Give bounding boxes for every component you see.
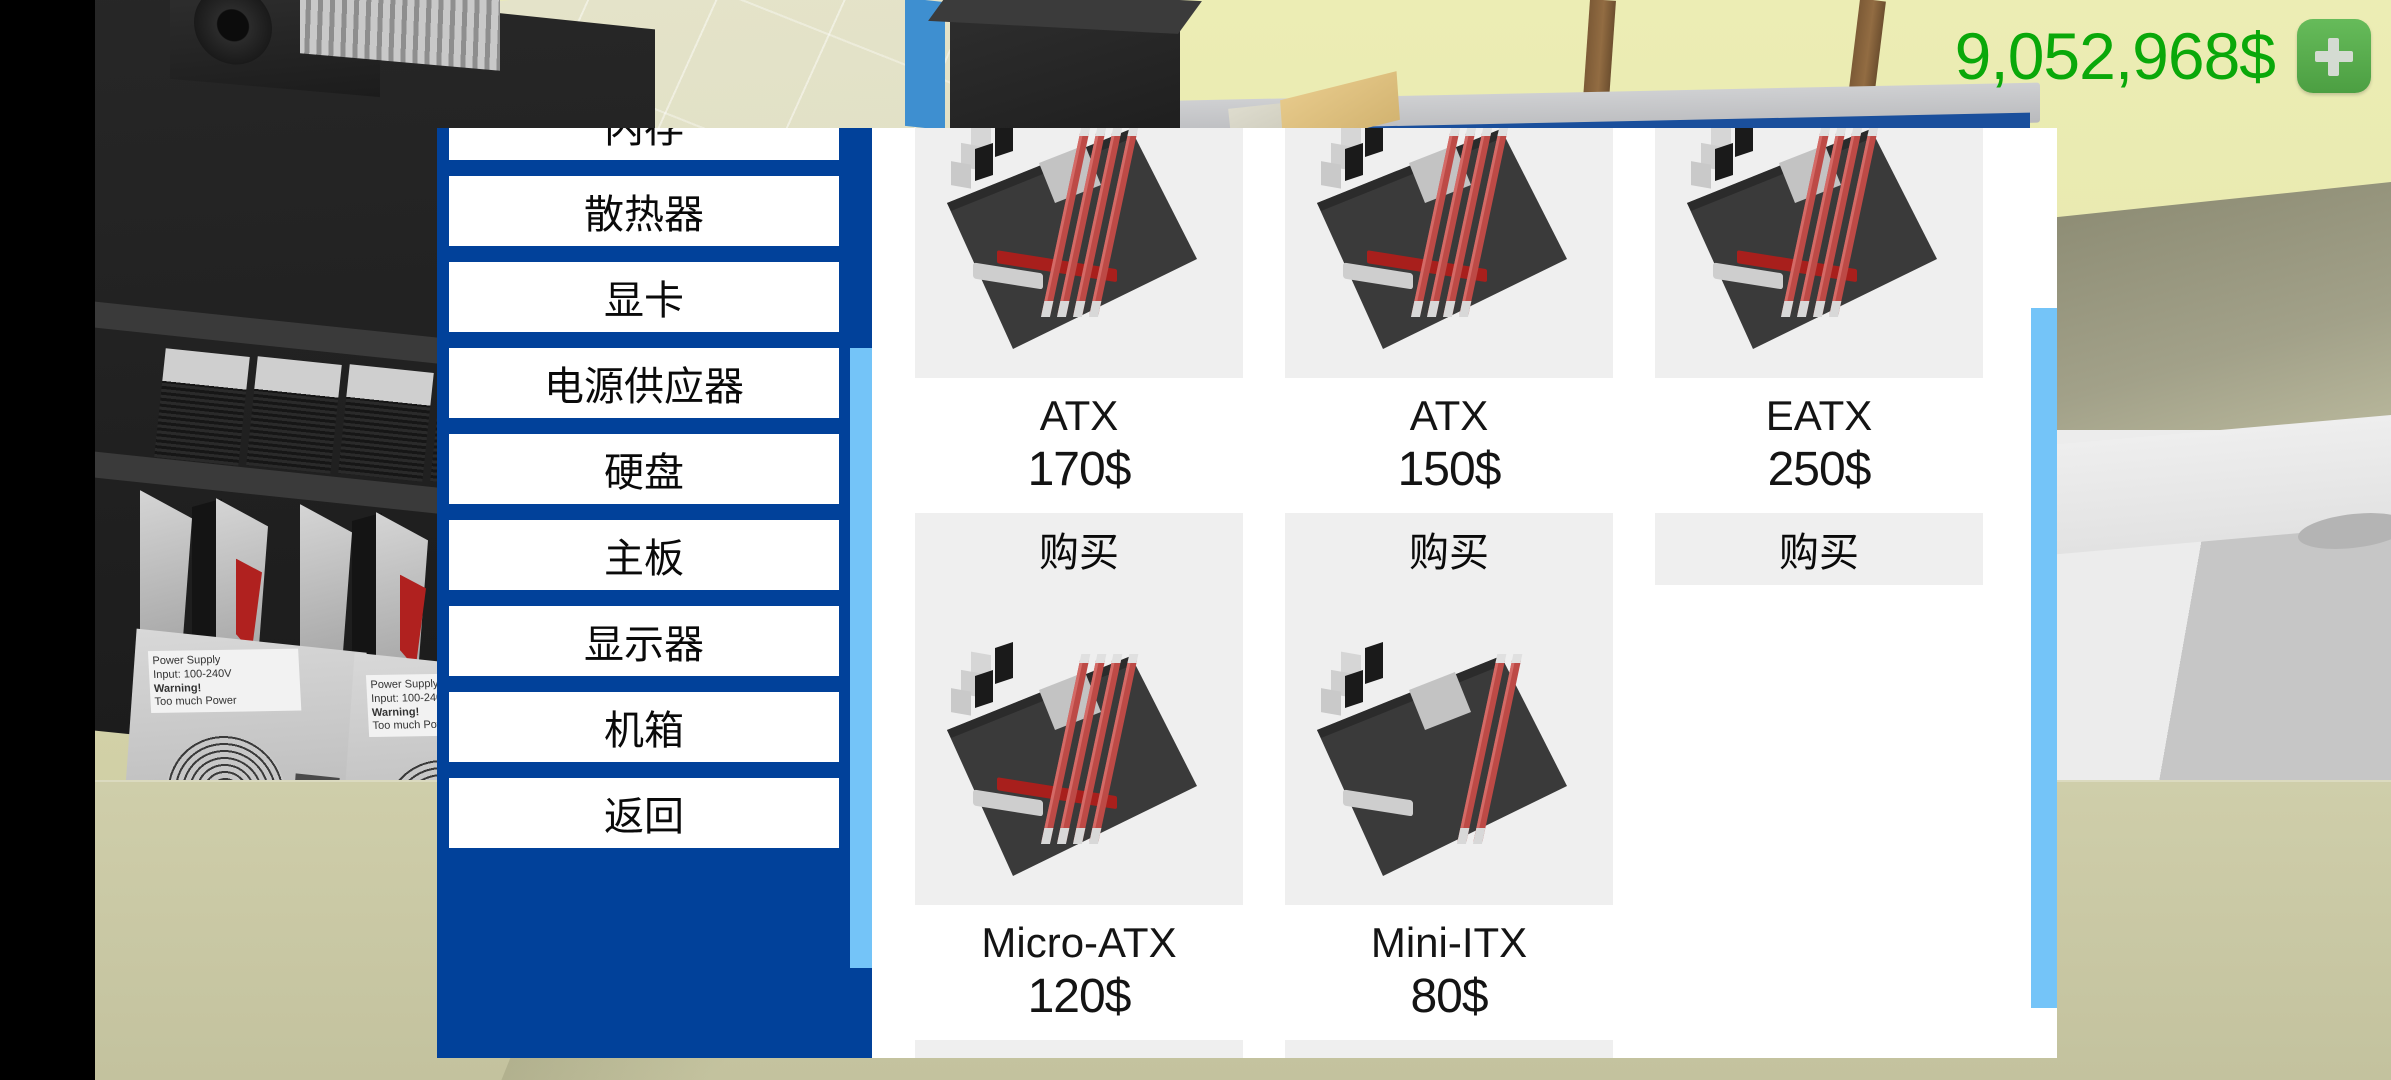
buy-button[interactable]: 购买 <box>915 1040 1243 1058</box>
motherboard-render <box>1687 128 1937 349</box>
product-list-scrollbar[interactable] <box>2031 308 2057 1008</box>
sidebar-item-label: 显示器 <box>584 622 704 668</box>
sidebar-item-cooler[interactable]: 散热器 <box>449 176 839 246</box>
sidebar-item-label: 散热器 <box>584 192 704 238</box>
sidebar-item-case[interactable]: 机箱 <box>449 692 839 762</box>
motherboard-render <box>1317 642 1567 876</box>
sidebar-item-label: 硬盘 <box>604 450 684 496</box>
shop-product-area: ATX 170$ 购买 ATX 150$ 购买 EATX 250$ 购买 Mic… <box>872 128 2057 1058</box>
sidebar-item-storage[interactable]: 硬盘 <box>449 434 839 504</box>
buy-button-label: 购买 <box>1409 530 1489 576</box>
product-thumbnail <box>915 128 1243 378</box>
buy-button[interactable]: 购买 <box>915 513 1243 585</box>
product-card: Micro-ATX 120$ 购买 <box>894 585 1264 1058</box>
product-name: Mini-ITX <box>1370 919 1528 966</box>
game-screen: Power Supply Input: 100-240V Warning! Too m… <box>0 0 2391 1080</box>
category-menu: 内存散热器显卡电源供应器硬盘主板显示器机箱返回 <box>449 128 839 864</box>
sidebar-item-motherboard[interactable]: 主板 <box>449 520 839 590</box>
sidebar-item-label: 内存 <box>604 128 684 152</box>
product-grid: ATX 170$ 购买 ATX 150$ 购买 EATX 250$ 购买 Mic… <box>894 128 2024 1058</box>
product-card: Mini-ITX 80$ 购买 <box>1264 585 1634 1058</box>
motherboard-render <box>1317 128 1567 349</box>
boxed-component <box>338 364 434 482</box>
product-card: ATX 170$ 购买 <box>894 128 1264 585</box>
buy-button-label: 购买 <box>1039 530 1119 576</box>
product-price: 150$ <box>1397 443 1502 496</box>
boxed-component <box>154 348 250 466</box>
sidebar-item-gpu[interactable]: 显卡 <box>449 262 839 332</box>
product-name: EATX <box>1765 392 1873 439</box>
product-name: ATX <box>1039 392 1119 439</box>
product-name: Micro-ATX <box>981 919 1177 966</box>
sidebar-item-monitor[interactable]: 显示器 <box>449 606 839 676</box>
product-card: ATX 150$ 购买 <box>1264 128 1634 585</box>
add-money-button[interactable] <box>2297 19 2371 93</box>
product-price: 170$ <box>1027 443 1132 496</box>
money-hud: 9,052,968$ <box>1955 18 2371 94</box>
shop-category-sidebar: 内存散热器显卡电源供应器硬盘主板显示器机箱返回 <box>437 128 872 1058</box>
sidebar-item-label: 返回 <box>604 794 684 840</box>
product-name: ATX <box>1409 392 1489 439</box>
product-card-empty <box>1634 585 2004 1058</box>
sidebar-item-memory[interactable]: 内存 <box>449 128 839 160</box>
product-thumbnail <box>915 585 1243 905</box>
product-thumbnail <box>1655 128 1983 378</box>
product-price: 120$ <box>1027 970 1132 1023</box>
sidebar-item-back[interactable]: 返回 <box>449 778 839 848</box>
motherboard-render <box>947 128 1197 349</box>
boxed-component <box>246 356 342 474</box>
sidebar-item-label: 显卡 <box>604 278 684 324</box>
motherboard-render <box>947 642 1197 876</box>
product-thumbnail <box>1285 585 1613 905</box>
sidebar-item-label: 电源供应器 <box>544 364 744 410</box>
shop-panel: 内存 散热器 显卡 电源供应器 硬盘 主板 显示器 机箱 返回 ATX 170$… <box>437 128 2057 1058</box>
buy-button[interactable]: 购买 <box>1285 513 1613 585</box>
product-thumbnail <box>1285 128 1613 378</box>
buy-button-label: 购买 <box>1039 1047 1119 1058</box>
money-amount: 9,052,968$ <box>1954 19 2276 93</box>
sidebar-item-label: 机箱 <box>604 708 684 754</box>
sidebar-item-psu[interactable]: 电源供应器 <box>449 348 839 418</box>
sidebar-scrollbar[interactable] <box>850 348 872 968</box>
product-price: 80$ <box>1410 970 1488 1023</box>
letterbox-bar <box>0 0 95 1080</box>
buy-button-label: 购买 <box>1409 1047 1489 1058</box>
buy-button[interactable]: 购买 <box>1655 513 1983 585</box>
product-card: EATX 250$ 购买 <box>1634 128 2004 585</box>
product-price: 250$ <box>1767 443 1872 496</box>
buy-button[interactable]: 购买 <box>1285 1040 1613 1058</box>
buy-button-label: 购买 <box>1779 530 1859 576</box>
sidebar-item-label: 主板 <box>604 536 684 582</box>
